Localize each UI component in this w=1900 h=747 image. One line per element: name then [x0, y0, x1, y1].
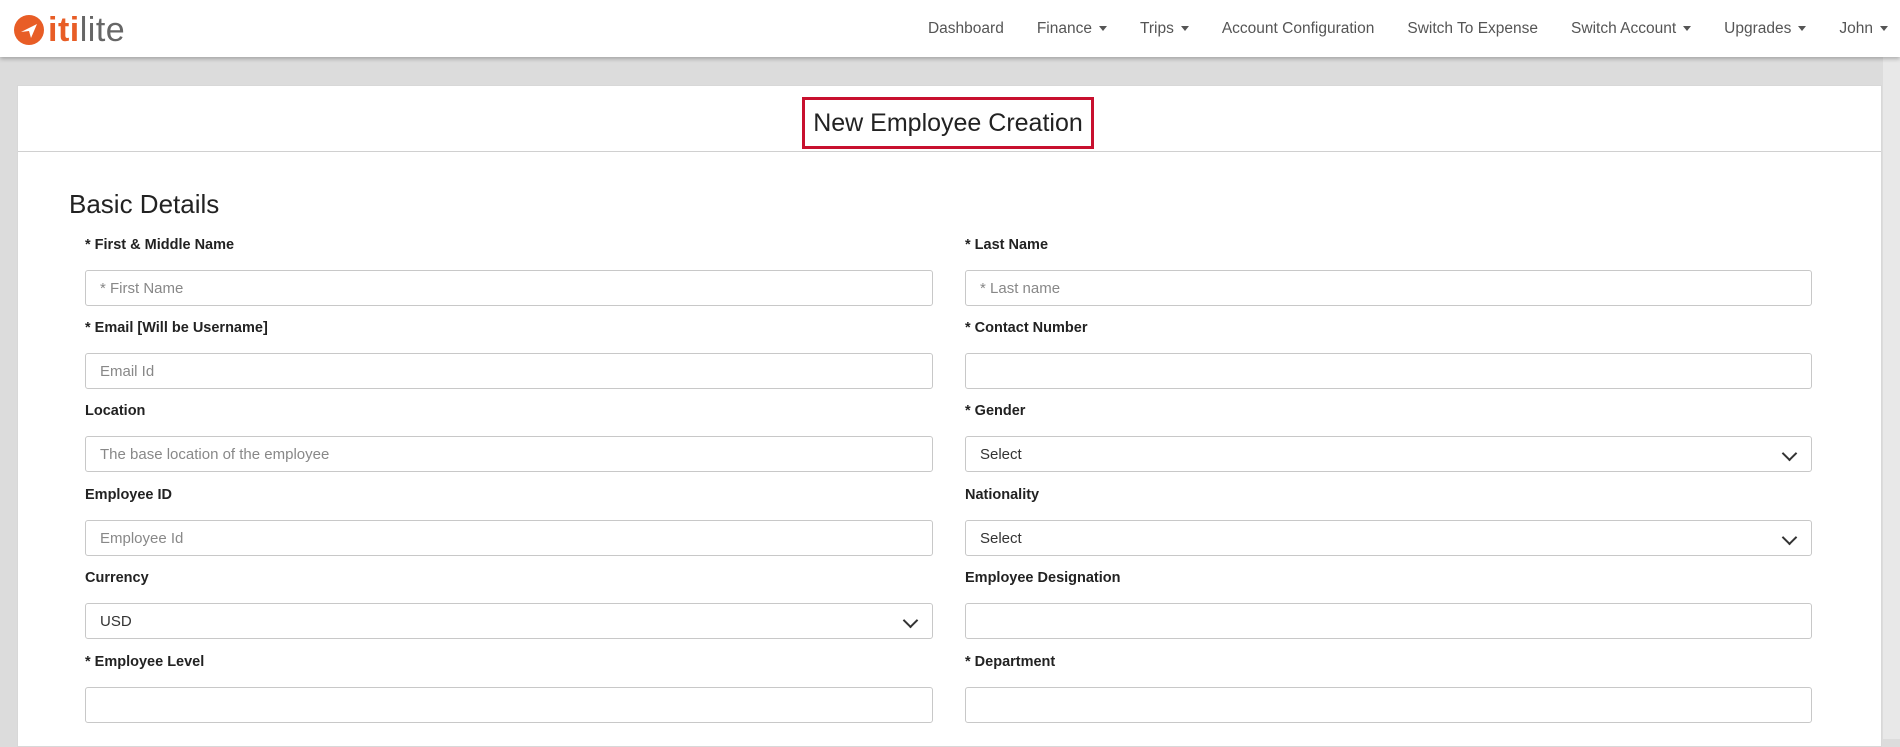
nav-dashboard[interactable]: Dashboard	[928, 20, 1004, 38]
email-field: * Email [Will be Username]	[85, 319, 933, 389]
employee-level-input[interactable]	[100, 696, 918, 714]
nav-switch-to-expense[interactable]: Switch To Expense	[1407, 20, 1538, 38]
department-field: * Department	[965, 653, 1812, 723]
nationality-label: Nationality	[965, 487, 1040, 503]
location-input[interactable]	[100, 445, 918, 463]
chevron-down-icon	[902, 612, 919, 629]
employee-id-input[interactable]	[100, 529, 918, 547]
caret-down-icon	[1683, 26, 1692, 31]
top-navbar: itilite Dashboard Finance Trips Account …	[0, 0, 1900, 57]
employee-id-field: Employee ID	[85, 486, 933, 556]
first-name-input[interactable]	[100, 279, 918, 297]
nav-label: Switch Account	[1571, 19, 1677, 37]
location-field: Location	[85, 402, 933, 472]
employee-level-label: * Employee Level	[85, 654, 205, 670]
first-name-label: * First & Middle Name	[85, 237, 235, 253]
nav-label: Switch To Expense	[1407, 19, 1539, 37]
gender-select[interactable]: Select	[965, 436, 1812, 472]
nav-label: Dashboard	[927, 19, 1004, 37]
email-label: * Email [Will be Username]	[85, 320, 268, 336]
employee-id-label: Employee ID	[85, 487, 173, 503]
nationality-selected-value: Select	[980, 529, 1022, 547]
first-name-field: * First & Middle Name	[85, 236, 933, 306]
contact-number-input[interactable]	[980, 362, 1797, 380]
caret-down-icon	[1098, 26, 1107, 31]
chevron-down-icon	[1781, 529, 1798, 546]
page-title: New Employee Creation	[802, 97, 1094, 149]
card-header: New Employee Creation	[18, 86, 1881, 152]
location-label: Location	[85, 403, 146, 419]
nav-user-menu[interactable]: John	[1839, 20, 1888, 38]
nationality-select[interactable]: Select	[965, 520, 1812, 556]
gender-field: * Gender Select	[965, 402, 1812, 472]
nav-account-configuration[interactable]: Account Configuration	[1222, 20, 1375, 38]
employee-form-card: New Employee Creation Basic Details * Fi…	[17, 85, 1882, 747]
plane-icon	[14, 15, 44, 45]
contact-number-field: * Contact Number	[965, 319, 1812, 389]
caret-down-icon	[1180, 26, 1189, 31]
caret-down-icon	[1880, 26, 1888, 31]
designation-field: Employee Designation	[965, 569, 1812, 639]
contact-number-label: * Contact Number	[965, 320, 1088, 336]
gender-label: * Gender	[965, 403, 1026, 419]
email-input[interactable]	[100, 362, 918, 380]
currency-select[interactable]: USD	[85, 603, 933, 639]
nav-trips[interactable]: Trips	[1140, 20, 1189, 38]
currency-label: Currency	[85, 570, 149, 586]
nav-label: Finance	[1036, 19, 1092, 37]
nav-label: Account Configuration	[1221, 19, 1375, 37]
currency-field: Currency USD	[85, 569, 933, 639]
itilite-logo[interactable]: itilite	[14, 10, 125, 50]
last-name-label: * Last Name	[965, 237, 1049, 253]
nav-label: John	[1839, 19, 1873, 37]
chevron-down-icon	[1781, 445, 1798, 462]
department-input[interactable]	[980, 696, 1797, 714]
section-title-basic-details: Basic Details	[69, 189, 220, 219]
designation-label: Employee Designation	[965, 570, 1121, 586]
caret-down-icon	[1798, 26, 1807, 31]
logo-text-accent: iti	[48, 11, 80, 49]
designation-input[interactable]	[980, 612, 1797, 630]
nav-upgrades[interactable]: Upgrades	[1724, 19, 1807, 38]
nav-switch-account[interactable]: Switch Account	[1571, 19, 1692, 38]
page-scrollbar[interactable]	[1883, 57, 1900, 739]
nav-finance[interactable]: Finance	[1037, 20, 1107, 38]
employee-level-field: * Employee Level	[85, 653, 933, 723]
main-nav: Dashboard Finance Trips Account Configur…	[895, 0, 1888, 57]
nav-label: Trips	[1139, 19, 1174, 37]
nav-label: Upgrades	[1724, 19, 1792, 37]
department-label: * Department	[965, 654, 1056, 670]
logo-text-rest: lite	[79, 11, 126, 49]
nationality-field: Nationality Select	[965, 486, 1812, 556]
gender-selected-value: Select	[980, 445, 1022, 463]
last-name-input[interactable]	[980, 279, 1797, 297]
currency-selected-value: USD	[100, 612, 132, 630]
last-name-field: * Last Name	[965, 236, 1812, 306]
